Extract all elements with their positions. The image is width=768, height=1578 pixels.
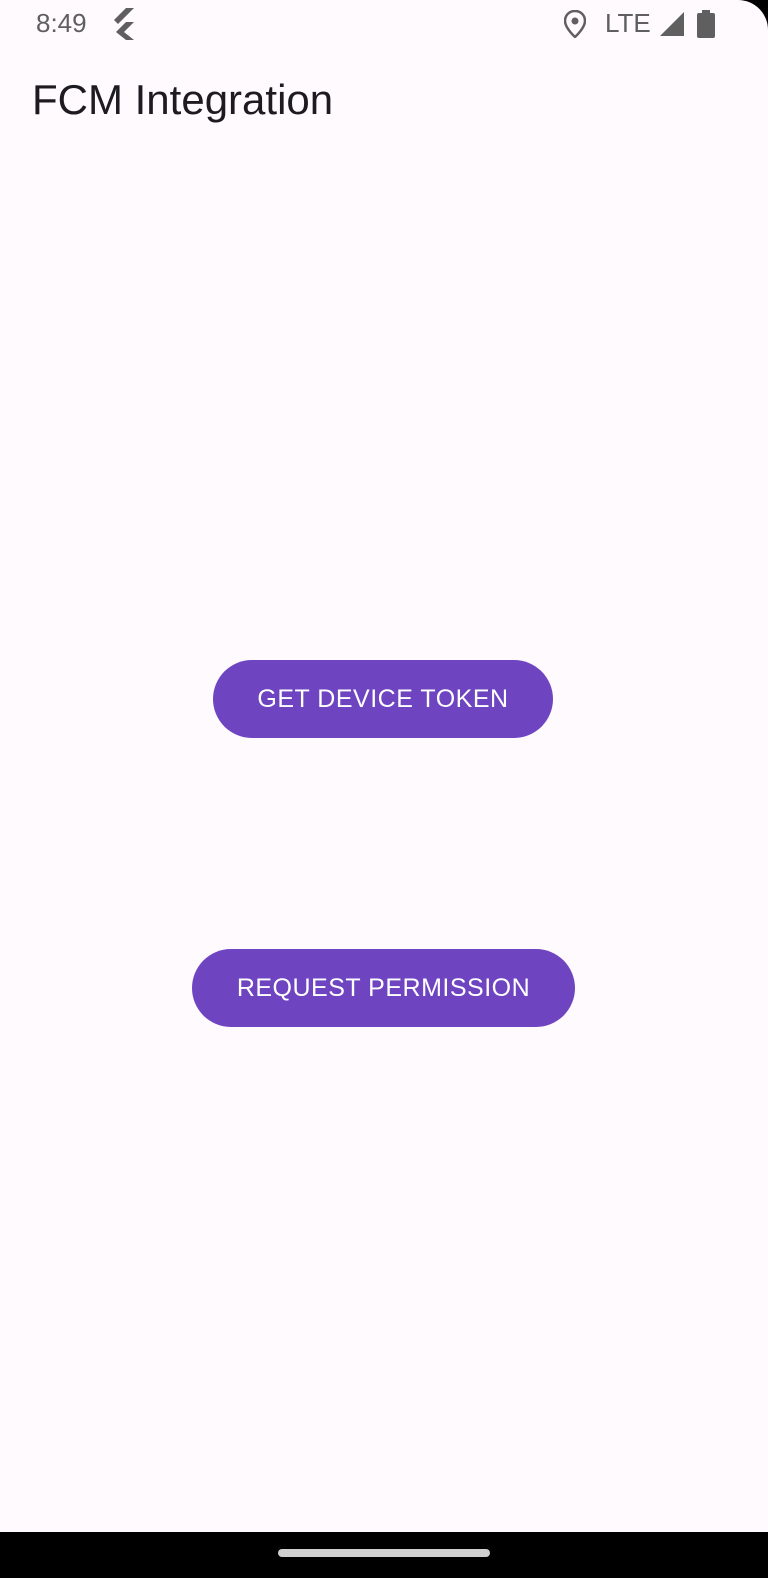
status-bar: 8:49 LTE xyxy=(0,0,768,48)
home-indicator[interactable] xyxy=(278,1549,490,1557)
app-surface: 8:49 LTE FCM Integration GET DEVICE TOKE… xyxy=(0,0,768,1532)
device-screen: 8:49 LTE FCM Integration GET DEVICE TOKE… xyxy=(0,0,768,1578)
battery-icon xyxy=(697,10,715,38)
location-icon xyxy=(564,10,586,38)
app-bar-title: FCM Integration xyxy=(32,76,334,123)
network-type-label: LTE xyxy=(605,8,651,38)
flutter-icon xyxy=(114,8,134,40)
request-permission-button[interactable]: REQUEST PERMISSION xyxy=(192,949,575,1027)
get-device-token-button[interactable]: GET DEVICE TOKEN xyxy=(213,660,553,738)
signal-icon xyxy=(660,12,684,36)
status-time: 8:49 xyxy=(36,8,87,38)
